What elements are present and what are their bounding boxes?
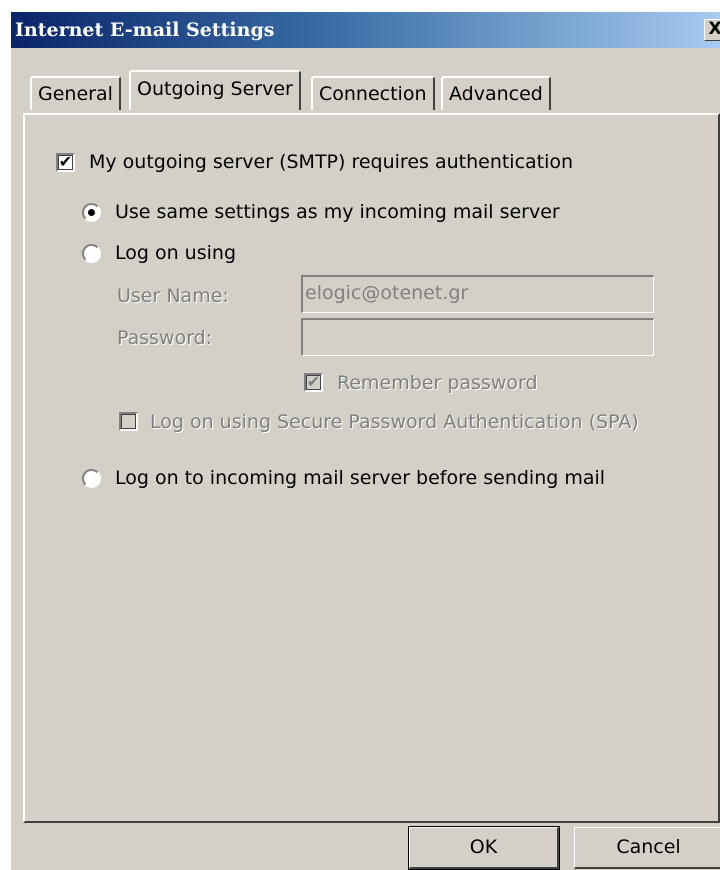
outgoing-server-panel: ✔ My outgoing server (SMTP) requires aut… — [23, 113, 720, 823]
log-on-using-label: Log on using — [115, 242, 237, 264]
email-settings-dialog: Internet E-mail Settings X General Outgo… — [11, 12, 720, 870]
ok-label: OK — [469, 836, 498, 858]
radio-dot-icon — [88, 209, 95, 216]
requires-auth-label: My outgoing server (SMTP) requires authe… — [89, 151, 574, 173]
tab-outgoing-server-label: Outgoing Server — [137, 78, 293, 100]
use-same-settings-radio[interactable] — [82, 203, 101, 222]
remember-password-checkbox[interactable]: ✔ — [304, 373, 323, 392]
user-name-field[interactable]: elogic@otenet.gr — [301, 275, 654, 313]
password-field[interactable] — [301, 318, 654, 356]
cancel-button[interactable]: Cancel — [574, 827, 720, 869]
tab-advanced[interactable]: Advanced — [441, 76, 551, 110]
title-bar[interactable]: Internet E-mail Settings X — [11, 12, 720, 48]
tab-general[interactable]: General — [30, 76, 121, 110]
ok-button[interactable]: OK — [408, 826, 560, 870]
password-label: Password: — [117, 327, 213, 349]
check-mark-icon: ✔ — [306, 372, 321, 391]
requires-auth-checkbox[interactable]: ✔ — [56, 153, 75, 172]
close-button[interactable]: X — [704, 19, 720, 41]
window-title: Internet E-mail Settings — [15, 19, 275, 41]
remember-password-label: Remember password — [337, 372, 538, 394]
spa-label: Log on using Secure Password Authenticat… — [150, 411, 639, 433]
tab-connection-label: Connection — [319, 83, 427, 105]
tab-connection[interactable]: Connection — [311, 76, 435, 110]
tab-outgoing-server[interactable]: Outgoing Server — [129, 70, 301, 110]
close-icon: X — [708, 19, 720, 39]
tab-general-label: General — [38, 83, 113, 105]
tab-advanced-label: Advanced — [449, 83, 543, 105]
use-same-settings-label: Use same settings as my incoming mail se… — [115, 201, 560, 223]
check-mark-icon: ✔ — [58, 152, 73, 171]
spa-checkbox[interactable] — [119, 412, 138, 431]
log-on-incoming-label: Log on to incoming mail server before se… — [115, 467, 606, 489]
log-on-incoming-radio[interactable] — [82, 469, 101, 488]
log-on-using-radio[interactable] — [82, 244, 101, 263]
cancel-label: Cancel — [616, 836, 681, 858]
user-name-value: elogic@otenet.gr — [305, 282, 469, 304]
user-name-label: User Name: — [117, 285, 229, 307]
